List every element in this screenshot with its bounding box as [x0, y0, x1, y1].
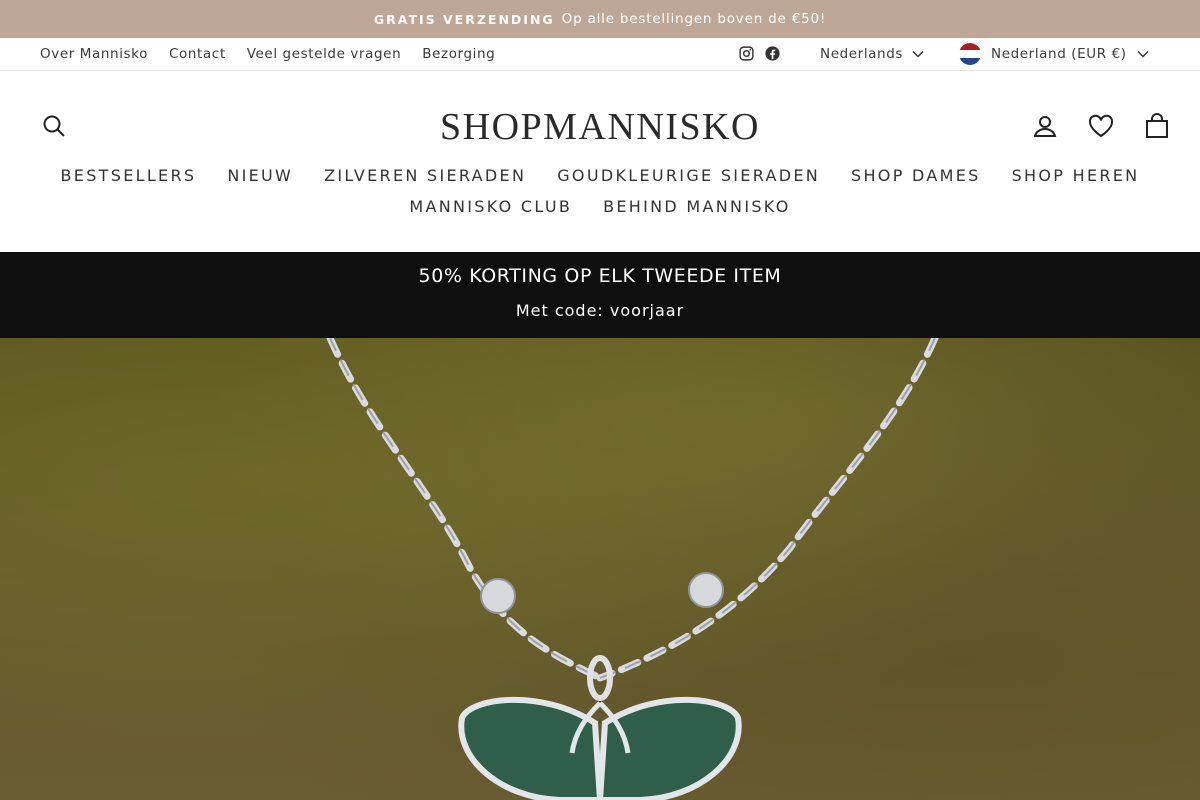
wishlist-icon[interactable] [1088, 114, 1114, 142]
nav-nieuw[interactable]: NIEUW [227, 166, 293, 185]
link-contact[interactable]: Contact [169, 46, 226, 62]
site-logo[interactable]: SHOPMANNISKO [0, 105, 1200, 149]
netherlands-flag-icon [959, 43, 981, 65]
account-icon[interactable] [1032, 113, 1058, 143]
instagram-icon[interactable] [738, 45, 755, 62]
facebook-icon[interactable] [764, 45, 781, 62]
nav-mannisko-club[interactable]: MANNISKO CLUB [409, 197, 572, 216]
link-faq[interactable]: Veel gestelde vragen [247, 46, 402, 62]
chevron-down-icon [912, 50, 924, 58]
language-selector[interactable]: Nederlands [820, 38, 924, 70]
main-navigation: BESTSELLERS NIEUW ZILVEREN SIERADEN GOUD… [0, 166, 1200, 216]
country-selector[interactable]: Nederland (EUR €) [959, 38, 1149, 70]
nav-shop-dames[interactable]: SHOP DAMES [851, 166, 981, 185]
nav-row-primary: BESTSELLERS NIEUW ZILVEREN SIERADEN GOUD… [61, 166, 1140, 185]
announcement-strong: GRATIS VERZENDING [373, 11, 555, 27]
promo-subtitle: Met code: voorjaar [515, 301, 685, 320]
nav-shop-heren[interactable]: SHOP HEREN [1012, 166, 1140, 185]
site-header: SHOPMANNISKO BESTSELLERS NIEUW ZILVEREN … [0, 71, 1200, 252]
nav-behind-mannisko[interactable]: BEHIND MANNISKO [603, 197, 790, 216]
country-label: Nederland (EUR €) [991, 46, 1127, 62]
header-actions [1032, 113, 1170, 143]
language-label: Nederlands [820, 46, 904, 62]
nav-zilveren-sieraden[interactable]: ZILVEREN SIERADEN [324, 166, 526, 185]
announcement-bar: GRATIS VERZENDING Op alle bestellingen b… [0, 0, 1200, 38]
announcement-text: Op alle bestellingen boven de €50! [561, 11, 827, 27]
utility-bar: Over Mannisko Contact Veel gestelde vrag… [0, 38, 1200, 71]
chevron-down-icon [1137, 50, 1149, 58]
link-bezorging[interactable]: Bezorging [422, 46, 495, 62]
necklace-illustration [326, 338, 939, 800]
promo-title: 50% KORTING OP ELK TWEEDE ITEM [418, 265, 782, 287]
nav-bestsellers[interactable]: BESTSELLERS [61, 166, 197, 185]
nav-row-secondary: MANNISKO CLUB BEHIND MANNISKO [409, 197, 790, 216]
nav-goudkleurige-sieraden[interactable]: GOUDKLEURIGE SIERADEN [557, 166, 820, 185]
link-over-mannisko[interactable]: Over Mannisko [40, 46, 148, 62]
utility-links: Over Mannisko Contact Veel gestelde vrag… [40, 46, 495, 62]
promo-banner: 50% KORTING OP ELK TWEEDE ITEM Met code:… [0, 252, 1200, 338]
social-links [738, 45, 781, 62]
cart-icon[interactable] [1144, 113, 1170, 143]
hero-image[interactable] [0, 338, 1200, 800]
